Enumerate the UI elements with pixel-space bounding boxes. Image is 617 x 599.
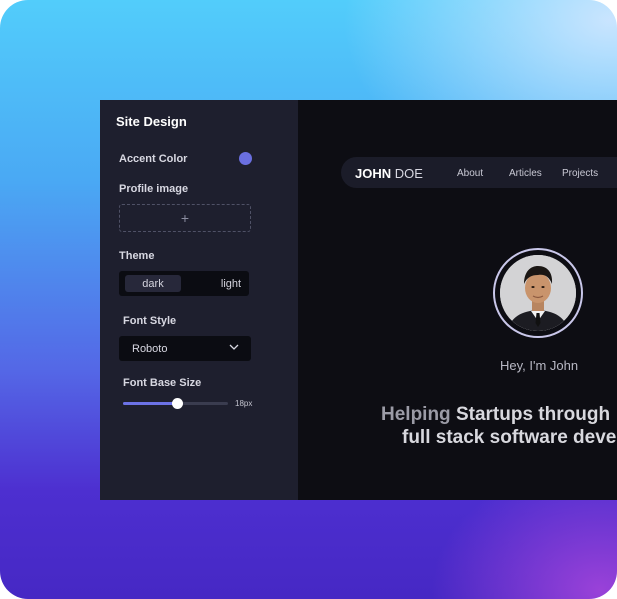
accent-color-label: Accent Color <box>119 153 188 165</box>
font-style-select[interactable]: Roboto <box>119 336 251 361</box>
avatar-ring <box>493 248 583 338</box>
hero-line-1: Helping Startups through <box>381 403 610 426</box>
profile-image-label: Profile image <box>119 183 189 195</box>
hero-line-1-lead: Helping <box>381 404 456 425</box>
theme-option-dark[interactable]: dark <box>125 275 181 292</box>
nav-link-articles[interactable]: Articles <box>509 168 542 179</box>
nav-link-projects[interactable]: Projects <box>562 168 598 179</box>
greeting-text: Hey, I'm John <box>500 358 579 373</box>
font-size-slider-fill <box>123 402 177 405</box>
preview-navbar: JOHN DOE About Articles Projects <box>341 157 617 188</box>
font-size-slider-thumb[interactable] <box>171 398 183 409</box>
chevron-down-icon <box>229 344 239 350</box>
app-window: Site Design Accent Color Profile image +… <box>100 100 617 500</box>
avatar <box>500 255 576 331</box>
site-design-panel: Site Design Accent Color Profile image +… <box>100 100 298 500</box>
font-size-value: 18px <box>235 399 253 408</box>
profile-photo <box>500 255 576 331</box>
hero-line-2: full stack software deve <box>402 427 617 448</box>
font-style-label: Font Style <box>123 315 177 327</box>
site-preview: JOHN DOE About Articles Projects Hey, I'… <box>298 100 617 500</box>
theme-toggle: dark light <box>119 271 249 296</box>
brand-first-name: JOHN <box>355 166 392 181</box>
profile-image-upload[interactable]: + <box>119 204 251 232</box>
hero-line-1-bold: Startups through <box>455 404 611 425</box>
theme-label: Theme <box>119 250 155 262</box>
font-style-value: Roboto <box>132 343 168 355</box>
brand-last-name: DOE <box>394 166 423 181</box>
brand-logo[interactable]: JOHN DOE <box>355 166 423 181</box>
theme-option-light[interactable]: light <box>201 275 261 292</box>
font-base-size-label: Font Base Size <box>123 377 202 389</box>
accent-color-swatch[interactable] <box>239 152 252 165</box>
nav-link-about[interactable]: About <box>457 168 483 179</box>
panel-title: Site Design <box>116 114 187 129</box>
plus-icon: + <box>180 210 190 226</box>
